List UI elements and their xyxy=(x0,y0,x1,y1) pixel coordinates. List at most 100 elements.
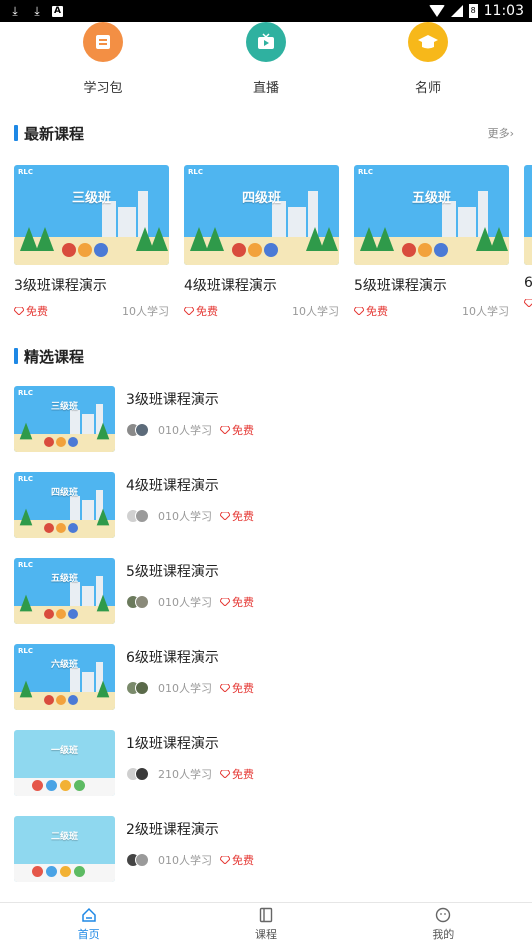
more-link[interactable]: 更多› xyxy=(488,125,514,141)
course-thumbnail: RLC 四级班 xyxy=(184,165,339,265)
course-thumbnail: RLC 四级班 xyxy=(14,472,115,538)
diamond-icon xyxy=(220,684,230,692)
course-thumbnail: RLC 三级班 xyxy=(14,165,169,265)
latest-course-card[interactable]: RLC 四级班 4级班课程演示 免费 10人学习 xyxy=(184,165,339,319)
category-famous-teacher[interactable]: 名师 xyxy=(383,22,473,96)
course-name: 4级班课程演示 xyxy=(126,478,219,494)
free-label: 免费 xyxy=(232,682,254,695)
latest-course-card[interactable]: 6 xyxy=(524,165,532,307)
category-learning-pack[interactable]: 学习包 xyxy=(58,22,148,96)
learner-count: 010人学习 xyxy=(158,510,212,523)
course-thumbnail: RLC 五级班 xyxy=(14,558,115,624)
diamond-icon xyxy=(220,770,230,778)
diamond-icon xyxy=(220,426,230,434)
diamond-icon xyxy=(220,512,230,520)
learner-count: 010人学习 xyxy=(158,424,212,437)
learner-count: 010人学习 xyxy=(158,682,212,695)
brand-logo: RLC xyxy=(18,168,33,176)
graduation-cap-icon xyxy=(408,22,448,62)
profile-icon xyxy=(436,907,451,923)
nav-home[interactable]: 首页 xyxy=(0,903,177,946)
brand-logo: RLC xyxy=(18,647,33,655)
avatar-group xyxy=(126,767,149,781)
wifi-icon xyxy=(428,5,445,17)
thumbnail-title: 一级班 xyxy=(50,746,78,757)
list-item[interactable]: 二级班 2级班课程演示 010人学习 免费 xyxy=(14,816,524,882)
nav-courses[interactable]: 课程 xyxy=(177,903,354,946)
diamond-icon xyxy=(354,307,364,315)
free-label: 免费 xyxy=(232,596,254,609)
thumbnail-title: 四级班 xyxy=(50,488,78,499)
thumbnail-title: 五级班 xyxy=(411,191,451,206)
latest-course-carousel[interactable]: RLC 三级班 3级班课程演示 免费 10人学习 RLC 四级班 4级班课程演示… xyxy=(14,165,532,325)
thumbnail-title: 四级班 xyxy=(241,191,281,206)
more-label: 更多 xyxy=(487,127,510,140)
course-thumbnail xyxy=(524,165,532,265)
free-badge: 免费 xyxy=(220,766,254,782)
status-bar: ⤓ ⤓ A 8 11:03 xyxy=(0,0,532,22)
home-icon xyxy=(81,907,96,922)
course-name: 2级班课程演示 xyxy=(126,822,219,838)
free-badge: 免费 xyxy=(220,680,254,696)
course-name: 3级班课程演示 xyxy=(126,392,219,408)
learner-count: 010人学习 xyxy=(158,854,212,867)
free-label: 免费 xyxy=(232,510,254,523)
learner-count: 010人学习 xyxy=(158,596,212,609)
signal-icon xyxy=(450,5,463,17)
avatar-group xyxy=(126,509,149,523)
free-label: 免费 xyxy=(232,768,254,781)
free-badge: 免费 xyxy=(220,422,254,438)
free-label: 免费 xyxy=(366,305,388,318)
thumbnail-title: 三级班 xyxy=(50,402,78,413)
free-badge: 免费 xyxy=(220,852,254,868)
brand-logo: RLC xyxy=(188,168,203,176)
diamond-icon xyxy=(524,299,532,307)
book-icon xyxy=(83,22,123,62)
course-thumbnail: RLC 三级班 xyxy=(14,386,115,452)
brand-logo: RLC xyxy=(18,389,33,397)
chevron-right-icon: › xyxy=(509,127,514,140)
latest-course-card[interactable]: RLC 五级班 5级班课程演示 免费 10人学习 xyxy=(354,165,509,319)
course-name: 5级班课程演示 xyxy=(354,278,447,294)
free-badge: 免费 xyxy=(14,303,48,319)
diamond-icon xyxy=(184,307,194,315)
course-thumbnail: RLC 五级班 xyxy=(354,165,509,265)
nav-label: 首页 xyxy=(77,928,100,941)
avatar-group xyxy=(126,423,149,437)
list-item[interactable]: 一级班 1级班课程演示 210人学习 免费 xyxy=(14,730,524,796)
list-item[interactable]: RLC 四级班 4级班课程演示 010人学习 免费 xyxy=(14,472,524,538)
battery-icon: 8 xyxy=(468,4,478,18)
brand-logo: RLC xyxy=(358,168,373,176)
clock: 11:03 xyxy=(483,3,524,19)
course-name: 1级班课程演示 xyxy=(126,736,219,752)
free-badge xyxy=(524,299,532,307)
learner-count: 10人学习 xyxy=(292,305,339,318)
list-item[interactable]: RLC 三级班 3级班课程演示 010人学习 免费 xyxy=(14,386,524,452)
free-label: 免费 xyxy=(232,424,254,437)
list-item[interactable]: RLC 五级班 5级班课程演示 010人学习 免费 xyxy=(14,558,524,624)
course-thumbnail: RLC 六级班 xyxy=(14,644,115,710)
thumbnail-title: 六级班 xyxy=(50,660,78,671)
free-badge: 免费 xyxy=(220,508,254,524)
learner-count: 10人学习 xyxy=(122,305,169,318)
tv-icon xyxy=(246,22,286,62)
avatar-group xyxy=(126,595,149,609)
course-thumbnail: 一级班 xyxy=(14,730,115,796)
avatar-group xyxy=(126,853,149,867)
brand-logo: RLC xyxy=(18,475,33,483)
brand-logo: RLC xyxy=(18,561,33,569)
list-item[interactable]: RLC 六级班 6级班课程演示 010人学习 免费 xyxy=(14,644,524,710)
category-live[interactable]: 直播 xyxy=(221,22,311,96)
nav-profile[interactable]: 我的 xyxy=(355,903,532,946)
free-badge: 免费 xyxy=(220,594,254,610)
course-thumbnail: 二级班 xyxy=(14,816,115,882)
notification-icons: ⤓ ⤓ A xyxy=(8,4,63,18)
latest-course-card[interactable]: RLC 三级班 3级班课程演示 免费 10人学习 xyxy=(14,165,169,319)
free-badge: 免费 xyxy=(354,303,388,319)
free-label: 免费 xyxy=(26,305,48,318)
bottom-navigation: 首页 课程 我的 xyxy=(0,902,532,946)
featured-section-title: 精选课程 xyxy=(14,346,84,367)
thumbnail-title: 三级班 xyxy=(71,191,111,206)
thumbnail-title: 二级班 xyxy=(50,832,78,843)
learner-count: 10人学习 xyxy=(462,305,509,318)
